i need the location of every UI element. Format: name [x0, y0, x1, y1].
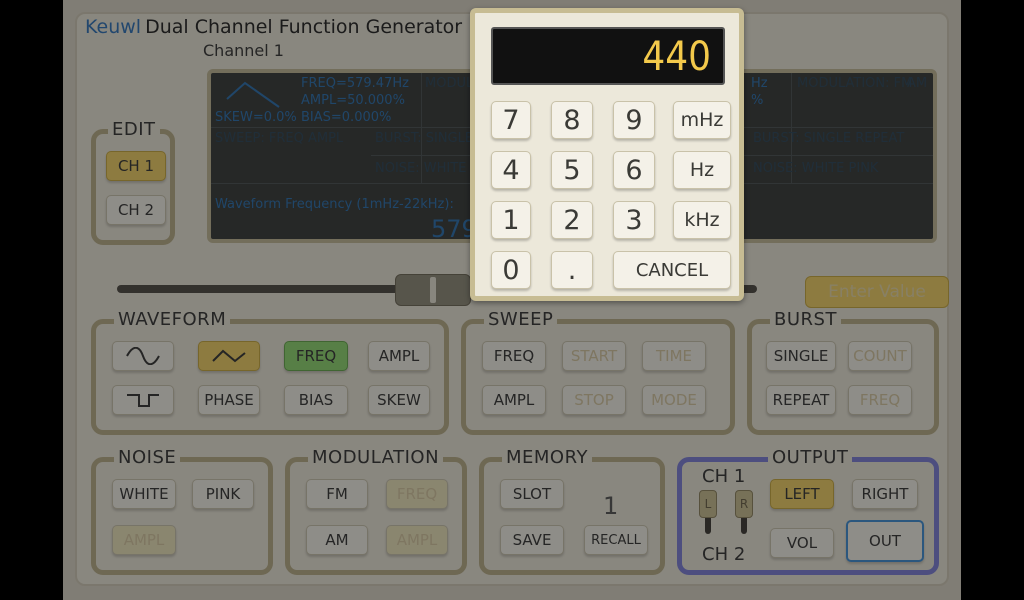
waveform-bias-button[interactable]: BIAS: [284, 385, 348, 415]
output-out-button[interactable]: OUT: [846, 520, 924, 562]
memory-slot-number: 1: [603, 492, 619, 520]
modulation-am-button[interactable]: AM: [306, 525, 368, 555]
burst-title: BURST: [770, 309, 841, 330]
noise-ampl-button[interactable]: AMPL: [112, 525, 176, 555]
keypad-display: 440: [491, 27, 725, 85]
display-mod-prefix: MODUL: [425, 76, 474, 91]
noise-panel: NOISE WHITE PINK AMPL: [91, 447, 273, 575]
key-khz[interactable]: kHz: [673, 201, 731, 239]
memory-save-button[interactable]: SAVE: [500, 525, 564, 555]
edit-panel: EDIT CH 1 CH 2: [91, 119, 175, 245]
sweep-title: SWEEP: [484, 309, 558, 330]
output-ch2-label: CH 2: [702, 544, 746, 565]
noise-pink-button[interactable]: PINK: [192, 479, 254, 509]
display-ampl: AMPL=50.000%: [301, 93, 405, 108]
triangle-wave-button[interactable]: [198, 341, 260, 371]
key-0[interactable]: 0: [491, 251, 531, 289]
modulation-ampl-button[interactable]: AMPL: [386, 525, 448, 555]
output-left-button[interactable]: LEFT: [770, 479, 834, 509]
sine-wave-icon: [126, 347, 160, 365]
brand-name: Keuwl: [85, 16, 142, 38]
output-panel: OUTPUT CH 1 CH 2 L R LEFT RIGHT VOL OUT: [677, 447, 939, 575]
display-freq: FREQ=579.47Hz: [301, 76, 409, 91]
waveform-freq-button[interactable]: FREQ: [284, 341, 348, 371]
key-5[interactable]: 5: [551, 151, 593, 189]
waveform-ampl-button[interactable]: AMPL: [368, 341, 430, 371]
display-pct-fragment: %: [751, 93, 764, 108]
enter-value-button[interactable]: Enter Value: [805, 276, 949, 308]
waveform-skew-button[interactable]: SKEW: [368, 385, 430, 415]
noise-title: NOISE: [114, 447, 181, 468]
sweep-panel: SWEEP FREQ START TIME AMPL STOP MODE: [461, 309, 735, 435]
display-skew: SKEW=0.0%: [215, 110, 297, 125]
display-noise-row: NOISE: WHITE: [375, 161, 467, 176]
key-8[interactable]: 8: [551, 101, 593, 139]
output-title: OUTPUT: [768, 447, 853, 468]
right-channel-switch[interactable]: R: [735, 490, 753, 518]
sine-wave-button[interactable]: [112, 341, 174, 371]
sweep-ampl-button[interactable]: AMPL: [482, 385, 546, 415]
sweep-freq-button[interactable]: FREQ: [482, 341, 546, 371]
key-6[interactable]: 6: [613, 151, 655, 189]
noise-white-button[interactable]: WHITE: [112, 479, 176, 509]
memory-slot-button[interactable]: SLOT: [500, 479, 564, 509]
output-right-button[interactable]: RIGHT: [852, 479, 918, 509]
sweep-stop-button[interactable]: STOP: [562, 385, 626, 415]
memory-recall-button[interactable]: RECALL: [584, 525, 648, 555]
app-title-text: Dual Channel Function Generator: [145, 16, 463, 38]
left-channel-switch[interactable]: L: [699, 490, 717, 518]
modulation-panel: MODULATION FM FREQ AM AMPL: [285, 447, 467, 575]
key-9[interactable]: 9: [613, 101, 655, 139]
keypad-cancel-button[interactable]: CANCEL: [613, 251, 731, 289]
display-burst-row: BURST: SINGLE: [375, 131, 474, 146]
app-title: Keuwl Dual Channel Function Generator: [85, 16, 462, 38]
modulation-freq-button[interactable]: FREQ: [386, 479, 448, 509]
value-slider-thumb[interactable]: [395, 274, 471, 306]
triangle-wave-preview-icon: [226, 81, 280, 108]
burst-panel: BURST SINGLE COUNT REPEAT FREQ: [747, 309, 939, 435]
triangle-wave-icon: [212, 349, 246, 363]
modulation-title: MODULATION: [308, 447, 444, 468]
display-hz-fragment: Hz: [751, 76, 768, 91]
channel-label: Channel 1: [203, 41, 284, 60]
display-noise-row-right: NOISE: WHITE PINK: [753, 161, 879, 176]
display-bias: BIAS=0.000%: [301, 110, 392, 125]
waveform-title: WAVEFORM: [114, 309, 231, 330]
memory-title: MEMORY: [502, 447, 592, 468]
key-1[interactable]: 1: [491, 201, 531, 239]
key-mhz[interactable]: mHz: [673, 101, 731, 139]
output-ch1-label: CH 1: [702, 466, 746, 487]
key-7[interactable]: 7: [491, 101, 531, 139]
burst-single-button[interactable]: SINGLE: [766, 341, 836, 371]
display-sweep-row: SWEEP: FREQ AMPL: [215, 131, 344, 146]
waveform-frequency-label: Waveform Frequency (1mHz-22kHz):: [215, 197, 454, 212]
output-vol-button[interactable]: VOL: [770, 528, 834, 558]
waveform-panel: WAVEFORM FREQ AMPL PHASE BIAS SKEW: [91, 309, 449, 435]
burst-count-button[interactable]: COUNT: [848, 341, 912, 371]
key-decimal[interactable]: .: [551, 251, 593, 289]
sweep-start-button[interactable]: START: [562, 341, 626, 371]
display-burst-row-right: BURST: SINGLE REPEAT: [753, 131, 905, 146]
memory-panel: MEMORY SLOT SAVE RECALL: [479, 447, 665, 575]
edit-title: EDIT: [108, 119, 160, 140]
square-wave-icon: [127, 394, 159, 407]
key-2[interactable]: 2: [551, 201, 593, 239]
modulation-fm-button[interactable]: FM: [306, 479, 368, 509]
waveform-phase-button[interactable]: PHASE: [198, 385, 260, 415]
numeric-keypad-dialog: 440 7 8 9 mHz 4 5 6 Hz 1 2 3 kHz 0 . CAN…: [470, 8, 744, 301]
square-wave-button[interactable]: [112, 385, 174, 415]
burst-freq-button[interactable]: FREQ: [848, 385, 912, 415]
display-mod-am: AM: [907, 76, 928, 91]
edit-ch1-button[interactable]: CH 1: [106, 151, 166, 181]
edit-ch2-button[interactable]: CH 2: [106, 195, 166, 225]
sweep-time-button[interactable]: TIME: [642, 341, 706, 371]
sweep-mode-button[interactable]: MODE: [642, 385, 706, 415]
burst-repeat-button[interactable]: REPEAT: [766, 385, 836, 415]
key-hz[interactable]: Hz: [673, 151, 731, 189]
display-mod-label: MODULATION: FM: [797, 76, 913, 91]
key-3[interactable]: 3: [613, 201, 655, 239]
key-4[interactable]: 4: [491, 151, 531, 189]
